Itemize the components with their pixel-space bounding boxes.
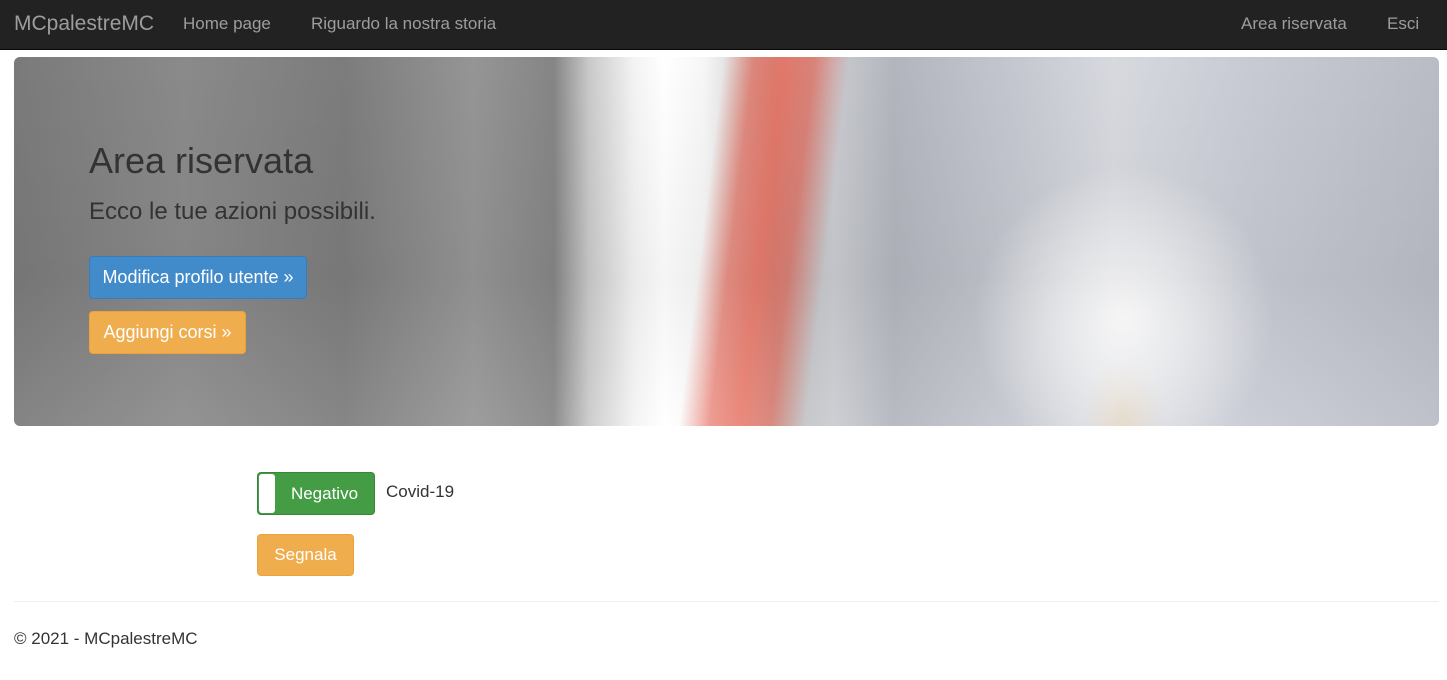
nav-link-esci[interactable]: Esci [1387,14,1419,34]
hero-background-image [14,57,1439,426]
toggle-handle[interactable] [259,474,275,513]
nav-link-home[interactable]: Home page [183,14,271,34]
hero-jumbotron: Area riservata Ecco le tue azioni possib… [14,57,1439,426]
covid-status-toggle[interactable]: Negativo [257,472,375,515]
covid-field-label: Covid-19 [386,482,455,501]
nav-link-storia[interactable]: Riguardo la nostra storia [311,14,496,34]
report-button[interactable]: Segnala [257,534,354,576]
brand-link[interactable]: MCpalestreMC [14,12,154,36]
page-title: Area riservata [89,140,314,181]
toggle-state-label: Negativo [290,484,359,503]
top-navbar: MCpalestreMC Home page Riguardo la nostr… [0,0,1447,50]
hero-subtitle: Ecco le tue azioni possibili. [89,198,376,225]
footer-divider [14,601,1439,602]
nav-link-area-riservata[interactable]: Area riservata [1241,14,1347,34]
add-courses-button[interactable]: Aggiungi corsi » [89,311,246,354]
footer-copyright: © 2021 - MCpalestreMC [14,629,198,648]
edit-profile-button[interactable]: Modifica profilo utente » [89,256,307,299]
